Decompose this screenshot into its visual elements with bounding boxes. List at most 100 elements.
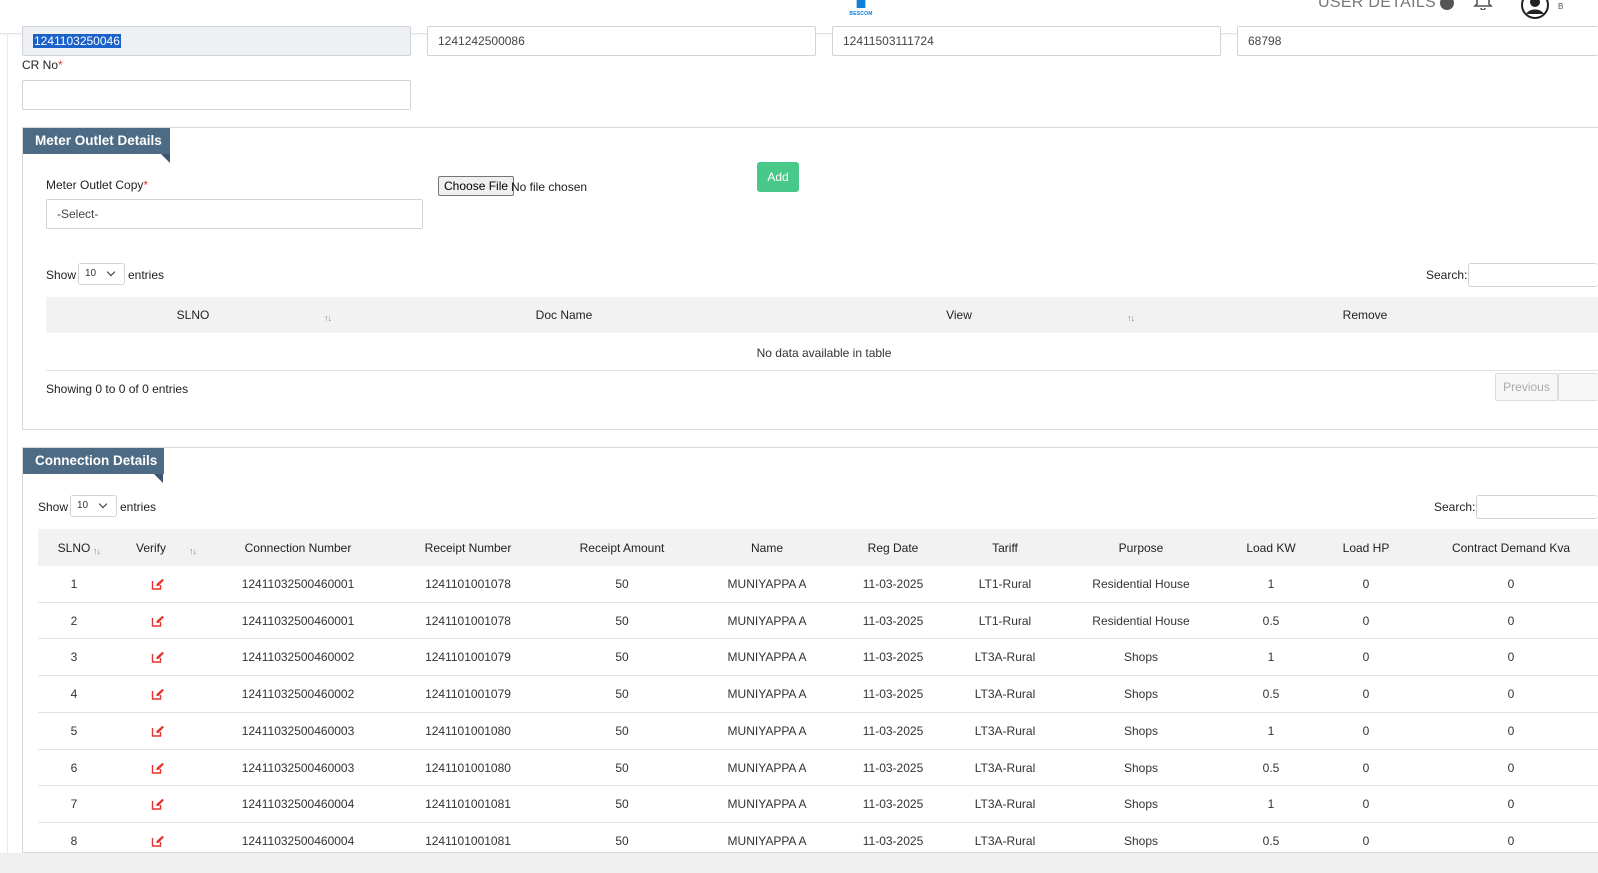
cell-receipt-amount: 50 (615, 723, 629, 738)
entries-select[interactable]: 10 (78, 263, 125, 285)
cell-name: MUNIYAPPA A (727, 687, 807, 702)
sort-asc-icon[interactable]: ↑↓ (93, 546, 101, 556)
cr-no-input[interactable] (22, 80, 411, 110)
cell-load-kw: 1 (1267, 577, 1275, 591)
cell-load-hp: 0 (1362, 687, 1370, 702)
field-3-input[interactable]: 12411503111724 (832, 26, 1221, 56)
col-verify[interactable]: Verify (136, 541, 166, 555)
cell-purpose: Residential House (1092, 577, 1190, 591)
cell-load-kw: 1 (1267, 650, 1275, 665)
col-purpose[interactable]: Purpose (1119, 541, 1164, 555)
cell-connection-number: 12411032500460002 (241, 687, 355, 702)
cell-tariff: LT3A-Rural (974, 687, 1036, 702)
col-contract-demand-kva[interactable]: Contract Demand Kva (1452, 541, 1570, 555)
cell-load-hp: 0 (1362, 833, 1370, 848)
col-load-hp[interactable]: Load HP (1343, 541, 1390, 555)
cell-contract-demand-kva: 0 (1507, 833, 1515, 848)
search-input[interactable] (1468, 263, 1598, 287)
horizontal-scrollbar[interactable] (0, 853, 1598, 873)
cell-connection-number: 12411032500460001 (241, 613, 355, 628)
cell-load-hp: 0 (1362, 613, 1370, 628)
cell-contract-demand-kva: 0 (1507, 797, 1515, 812)
add-button[interactable]: Add (757, 162, 799, 192)
cell-tariff: LT3A-Rural (974, 760, 1036, 775)
bell-icon[interactable] (1472, 0, 1494, 10)
cell-load-kw: 0.5 (1262, 760, 1280, 775)
empty-table-message: No data available in table (756, 346, 892, 360)
cell-connection-number: 12411032500460003 (241, 723, 355, 738)
row-divider (38, 711, 1598, 713)
connection-table-header: SLNO ↑↓ Verify ↑↓ Connection Number Rece… (38, 529, 1598, 566)
edit-icon[interactable] (151, 688, 165, 700)
edit-icon[interactable] (151, 725, 165, 737)
chevron-down-icon (98, 499, 108, 509)
col-tariff[interactable]: Tariff (992, 541, 1018, 555)
cell-tariff: LT3A-Rural (974, 650, 1036, 665)
cell-name: MUNIYAPPA A (727, 613, 807, 628)
title-ribbon-icon (154, 474, 163, 483)
edit-icon[interactable] (151, 835, 165, 847)
choose-file-button[interactable]: Choose File (438, 176, 515, 196)
cell-tariff: LT3A-Rural (974, 833, 1036, 848)
edit-icon[interactable] (151, 798, 165, 810)
edit-icon[interactable] (151, 578, 165, 590)
cell-receipt-number: 1241101001081 (425, 797, 511, 812)
field-2-input[interactable]: 1241242500086 (427, 26, 816, 56)
cell-reg-date: 11-03-2025 (862, 833, 924, 848)
previous-page-button[interactable]: Previous (1495, 373, 1558, 401)
cell-receipt-number: 1241101001080 (425, 760, 511, 775)
col-receipt-number[interactable]: Receipt Number (425, 541, 512, 555)
doc-table-header: SLNO ↑↓ Doc Name View ↑↓ Remove (46, 297, 1598, 333)
cell-load-hp: 0 (1362, 650, 1370, 665)
cell-purpose: Shops (1123, 760, 1159, 775)
col-name[interactable]: Name (751, 541, 783, 555)
col-slno[interactable]: SLNO (177, 308, 210, 322)
row-divider (38, 821, 1598, 823)
field-4-input[interactable]: 68798 (1237, 26, 1598, 56)
user-details-menu[interactable]: USER DETAILS (1318, 0, 1454, 12)
entries-select[interactable]: 10 (70, 495, 117, 517)
cell-slno: 3 (70, 650, 78, 665)
sort-icon[interactable]: ↑↓ (189, 546, 197, 556)
cell-reg-date: 11-03-2025 (862, 577, 924, 591)
col-slno[interactable]: SLNO (58, 541, 91, 555)
user-details-label: USER DETAILS (1318, 0, 1436, 11)
cell-receipt-number: 1241101001081 (425, 833, 511, 848)
cell-contract-demand-kva: 0 (1507, 613, 1515, 628)
cell-name: MUNIYAPPA A (727, 723, 807, 738)
sort-icon[interactable]: ↑↓ (324, 313, 332, 323)
col-doc-name[interactable]: Doc Name (536, 308, 593, 322)
cell-reg-date: 11-03-2025 (862, 650, 924, 665)
meter-outlet-copy-select[interactable]: -Select- (46, 199, 423, 229)
col-load-kw[interactable]: Load KW (1246, 541, 1295, 555)
cell-purpose: Shops (1123, 723, 1159, 738)
sort-icon[interactable]: ↑↓ (1127, 313, 1135, 323)
cell-reg-date: 11-03-2025 (862, 797, 924, 812)
col-receipt-amount[interactable]: Receipt Amount (580, 541, 665, 555)
next-page-button[interactable] (1558, 373, 1598, 401)
edit-icon[interactable] (151, 615, 165, 627)
page-left-border (7, 34, 8, 853)
selected-field-text: 1241103250046 (33, 34, 121, 48)
cell-load-kw: 0.5 (1262, 833, 1280, 848)
col-remove[interactable]: Remove (1343, 308, 1388, 322)
logo-text: BESCOM (849, 11, 873, 17)
edit-icon[interactable] (151, 762, 165, 774)
user-avatar-icon[interactable] (1520, 0, 1550, 20)
row-divider (38, 675, 1598, 677)
cell-load-hp: 0 (1362, 797, 1370, 812)
col-connection-number[interactable]: Connection Number (245, 541, 352, 555)
application-number-field[interactable]: 1241103250046 (22, 26, 411, 56)
chevron-down-icon (106, 267, 116, 277)
cell-purpose: Residential House (1092, 613, 1190, 628)
bescom-logo[interactable]: ■ BESCOM (845, 0, 877, 17)
cell-receipt-number: 1241101001078 (425, 613, 511, 628)
col-reg-date[interactable]: Reg Date (868, 541, 919, 555)
search-input[interactable] (1476, 495, 1598, 519)
edit-icon[interactable] (151, 651, 165, 664)
cell-receipt-amount: 50 (615, 760, 629, 775)
cell-name: MUNIYAPPA A (727, 650, 807, 665)
cell-slno: 6 (70, 760, 78, 775)
col-view[interactable]: View (946, 308, 972, 322)
entries-value: 10 (77, 500, 89, 511)
